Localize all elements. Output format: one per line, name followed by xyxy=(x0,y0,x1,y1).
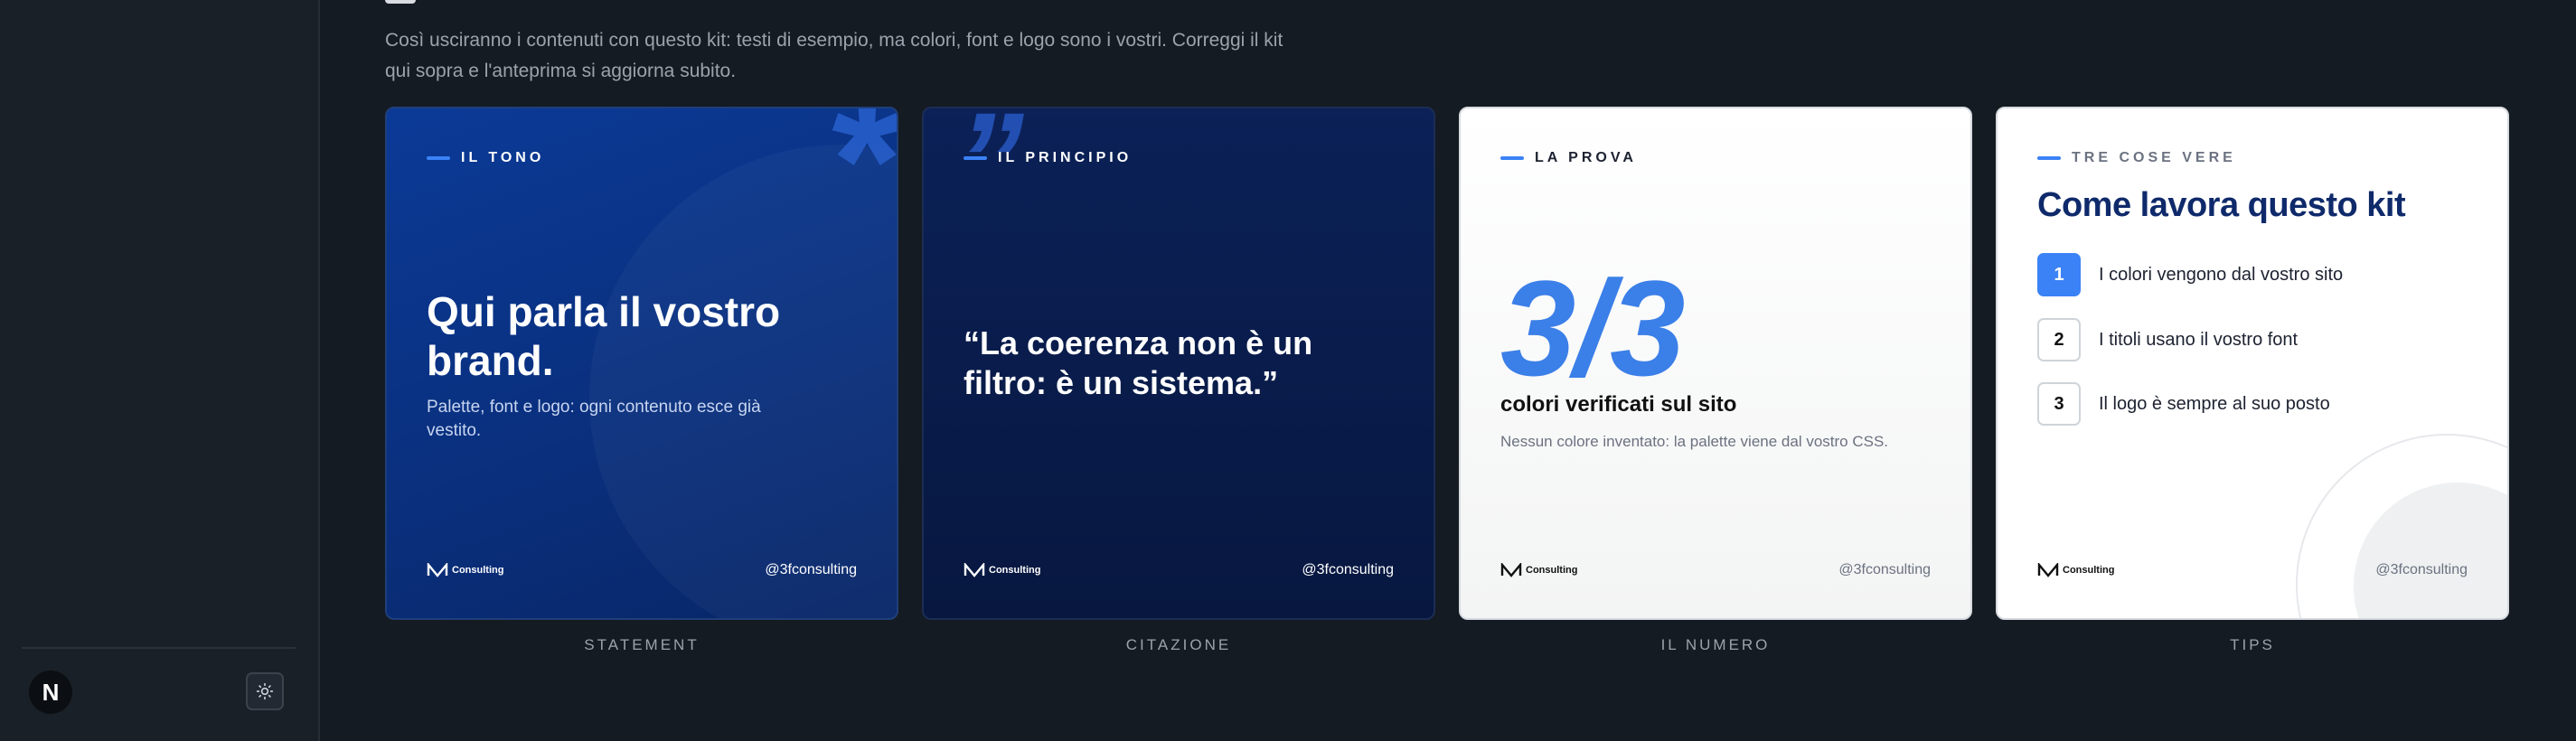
user-avatar[interactable]: N xyxy=(29,671,72,714)
accent-bar xyxy=(2037,156,2061,160)
card-footer: Consulting @3fconsulting xyxy=(427,562,857,578)
quote-text: “La coerenza non è un filtro: è un siste… xyxy=(964,324,1313,401)
card-footer: Consulting @3fconsulting xyxy=(964,562,1394,578)
social-handle: @3fconsulting xyxy=(765,562,857,577)
brand-logo: Consulting xyxy=(1500,563,1577,577)
social-handle: @3fconsulting xyxy=(1302,562,1394,577)
accent-bar xyxy=(964,156,987,160)
card-label-number: IL NUMERO xyxy=(1660,636,1771,653)
eyebrow-text: LA PROVA xyxy=(1535,150,1637,165)
tips-eyebrow: TRE COSE VERE xyxy=(2037,150,2236,166)
asterisk-glyph: * xyxy=(832,107,898,261)
quote-eyebrow: IL PRINCIPIO xyxy=(964,150,1132,166)
logo-mark-icon xyxy=(2037,563,2059,577)
eyebrow-text: TRE COSE VERE xyxy=(2072,150,2236,165)
quote-mark-glyph: ” xyxy=(956,107,1024,236)
accent-bar xyxy=(427,156,450,160)
tip-text: Il logo è sempre al suo posto xyxy=(2099,393,2330,414)
card-label-tips: TIPS xyxy=(2230,636,2275,653)
logo-text: Consulting xyxy=(989,565,1041,576)
tip-item: 2 I titoli usano il vostro font xyxy=(2037,318,2298,361)
tip-number: 3 xyxy=(2037,382,2081,426)
logo-mark-icon xyxy=(427,563,448,577)
card-label-quote: CITAZIONE xyxy=(1125,636,1232,653)
number-card[interactable]: LA PROVA 3/3 colori verificati sul sito … xyxy=(1459,107,1972,620)
tip-text: I titoli usano il vostro font xyxy=(2099,329,2299,350)
logo-mark-icon xyxy=(1500,563,1522,577)
card-footer: Consulting @3fconsulting xyxy=(1500,562,1931,578)
big-number: 3/3 xyxy=(1500,252,1686,404)
logo-text: Consulting xyxy=(2063,565,2115,576)
theme-toggle-button[interactable] xyxy=(246,672,284,710)
number-eyebrow: LA PROVA xyxy=(1500,150,1637,166)
brand-logo: Consulting xyxy=(2037,563,2114,577)
statement-eyebrow: IL TONO xyxy=(427,150,544,166)
card-label-statement: STATEMENT xyxy=(584,636,700,653)
logo-text: Consulting xyxy=(452,565,504,576)
tip-number: 1 xyxy=(2037,253,2081,296)
social-handle: @3fconsulting xyxy=(2375,562,2468,577)
logo-text: Consulting xyxy=(1526,565,1578,576)
tip-item: 3 Il logo è sempre al suo posto xyxy=(2037,382,2330,426)
quote-card[interactable]: ” IL PRINCIPIO “La coerenza non è un fil… xyxy=(922,107,1435,620)
brand-logo: Consulting xyxy=(427,563,503,577)
social-handle: @3fconsulting xyxy=(1838,562,1931,577)
tip-number: 2 xyxy=(2037,318,2081,361)
accent-bar xyxy=(1500,156,1524,160)
number-title: colori verificati sul sito xyxy=(1500,392,1737,417)
logo-mark-icon xyxy=(964,563,985,577)
eyebrow-text: IL TONO xyxy=(461,150,545,165)
sidebar: N xyxy=(0,0,320,741)
tip-text: I colori vengono dal vostro sito xyxy=(2099,264,2344,285)
eyebrow-text: IL PRINCIPIO xyxy=(998,150,1133,165)
tips-title: Come lavora questo kit xyxy=(2037,186,2406,224)
main-content: Così usciranno i contenuti con questo ki… xyxy=(318,0,2576,741)
statement-card[interactable]: * IL TONO Qui parla il vostro brand. Pal… xyxy=(385,107,898,620)
intro-text: Così usciranno i contenuti con questo ki… xyxy=(385,30,1283,81)
card-footer: Consulting @3fconsulting xyxy=(2037,562,2468,578)
statement-title: Qui parla il vostro brand. xyxy=(427,288,781,384)
page-title-fragment xyxy=(385,0,416,4)
number-subtitle: Nessun colore inventato: la palette vien… xyxy=(1500,433,1889,450)
tips-card[interactable]: TRE COSE VERE Come lavora questo kit 1 I… xyxy=(1996,107,2509,620)
sidebar-divider xyxy=(22,647,296,649)
tip-item: 1 I colori vengono dal vostro sito xyxy=(2037,253,2343,296)
sun-icon xyxy=(256,682,274,700)
statement-subtitle: Palette, font e logo: ogni contenuto esc… xyxy=(427,398,761,440)
brand-logo: Consulting xyxy=(964,563,1040,577)
